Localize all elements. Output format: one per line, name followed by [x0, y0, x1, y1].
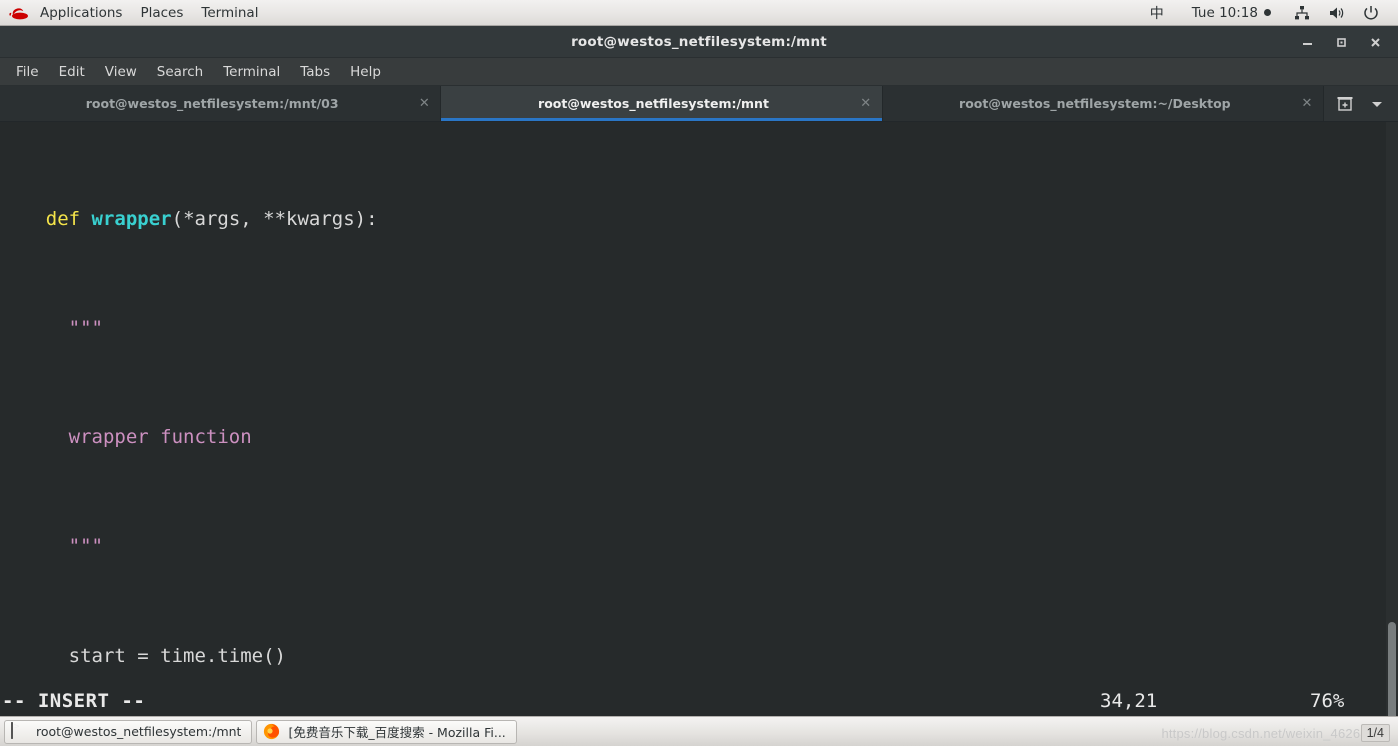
tab-mnt[interactable]: root@westos_netfilesystem:/mnt ✕: [441, 86, 883, 121]
workspace-indicator[interactable]: 1/4: [1360, 724, 1390, 742]
places-menu[interactable]: Places: [131, 0, 192, 25]
code-line-2: """: [0, 315, 1398, 342]
terminal-window: root@westos_netfilesystem:/mnt File Edit…: [0, 26, 1398, 716]
minimize-button[interactable]: [1290, 26, 1324, 58]
docstring-open: """: [68, 317, 103, 340]
code-line-1: def wrapper(*args, **kwargs):: [0, 206, 1398, 233]
menu-search[interactable]: Search: [147, 61, 213, 83]
notification-dot-icon: [1264, 9, 1271, 16]
volume-icon[interactable]: [1319, 0, 1354, 25]
taskbar-item-label: root@westos_netfilesystem:/mnt: [36, 724, 242, 739]
tab-close-icon[interactable]: ✕: [1299, 96, 1315, 112]
code-line-3: wrapper function: [0, 424, 1398, 451]
menu-file[interactable]: File: [6, 61, 49, 83]
maximize-button[interactable]: [1324, 26, 1358, 58]
terminal-menu[interactable]: Terminal: [192, 0, 267, 25]
tab-desktop[interactable]: root@westos_netfilesystem:~/Desktop ✕: [882, 86, 1324, 121]
code-line-5-text: start = time.time(): [68, 644, 286, 667]
vim-scroll-percent: 76%: [1310, 690, 1345, 712]
places-menu-label: Places: [140, 4, 184, 21]
tab-close-icon[interactable]: ✕: [416, 96, 432, 112]
terminal-scrollbar[interactable]: [1386, 122, 1398, 716]
tab-bar: root@westos_netfilesystem:/mnt/03 ✕ root…: [0, 86, 1398, 122]
tab-label: root@westos_netfilesystem:/mnt: [538, 96, 769, 111]
redhat-logo-icon: [9, 7, 28, 19]
tab-label: root@westos_netfilesystem:~/Desktop: [959, 96, 1231, 111]
chevron-down-icon[interactable]: [1362, 87, 1392, 121]
tab-bar-actions: [1323, 86, 1398, 121]
input-method-indicator[interactable]: 中: [1136, 3, 1178, 23]
vim-mode-indicator: -- INSERT --: [2, 690, 146, 712]
docstring-close: """: [68, 535, 103, 558]
window-controls: [1290, 26, 1392, 58]
terminal-menu-label: Terminal: [201, 4, 259, 21]
menu-help[interactable]: Help: [340, 61, 391, 83]
csdn-watermark: https://blog.csdn.net/weixin_46268241: [1161, 726, 1390, 741]
taskbar-item-terminal[interactable]: root@westos_netfilesystem:/mnt: [4, 719, 253, 744]
taskbar: root@westos_netfilesystem:/mnt [免费音乐下载_百…: [0, 716, 1398, 746]
scrollbar-thumb[interactable]: [1388, 622, 1396, 716]
gnome-top-panel: Applications Places Terminal 中 Tue 10:18: [0, 0, 1398, 26]
panel-tray: 中 Tue 10:18: [1136, 0, 1398, 25]
menu-tabs[interactable]: Tabs: [290, 61, 340, 83]
tab-close-icon[interactable]: ✕: [858, 96, 874, 112]
taskbar-item-label: [免费音乐下载_百度搜索 - Mozilla Fi...: [288, 725, 506, 740]
menu-view[interactable]: View: [95, 61, 147, 83]
window-titlebar: root@westos_netfilesystem:/mnt: [0, 26, 1398, 58]
keyword-def: def: [45, 207, 81, 230]
menu-terminal[interactable]: Terminal: [213, 61, 290, 83]
clock-label: Tue 10:18: [1191, 4, 1258, 21]
code-line-5: start = time.time(): [0, 643, 1398, 670]
terminal-content[interactable]: def wrapper(*args, **kwargs): """ wrappe…: [0, 122, 1398, 716]
clock-indicator[interactable]: Tue 10:18: [1178, 5, 1285, 21]
vim-cursor-position: 34,21: [1100, 690, 1158, 712]
firefox-icon: [263, 723, 280, 740]
new-tab-icon[interactable]: [1330, 87, 1360, 121]
applications-menu-label: Applications: [40, 4, 123, 21]
applications-menu[interactable]: Applications: [31, 0, 131, 25]
panel-menus: Applications Places Terminal: [0, 0, 267, 25]
menu-edit[interactable]: Edit: [49, 61, 95, 83]
close-button[interactable]: [1358, 26, 1392, 58]
menu-bar: File Edit View Search Terminal Tabs Help: [0, 58, 1398, 86]
code-line-4: """: [0, 533, 1398, 560]
docstring-text: wrapper function: [68, 426, 252, 449]
function-name-wrapper: wrapper: [91, 207, 172, 230]
taskbar-item-firefox[interactable]: [免费音乐下载_百度搜索 - Mozilla Fi...: [256, 719, 517, 744]
network-icon[interactable]: [1285, 0, 1319, 25]
vim-status-line: -- INSERT -- 34,21 76%: [0, 686, 1398, 716]
vim-buffer[interactable]: def wrapper(*args, **kwargs): """ wrappe…: [0, 122, 1398, 716]
terminal-icon: [11, 722, 28, 740]
code-line-1-rest: (*args, **kwargs):: [171, 207, 378, 230]
tab-mnt-03[interactable]: root@westos_netfilesystem:/mnt/03 ✕: [0, 86, 442, 121]
power-icon[interactable]: [1354, 0, 1388, 25]
window-title: root@westos_netfilesystem:/mnt: [571, 33, 827, 50]
tab-label: root@westos_netfilesystem:/mnt/03: [85, 96, 339, 111]
